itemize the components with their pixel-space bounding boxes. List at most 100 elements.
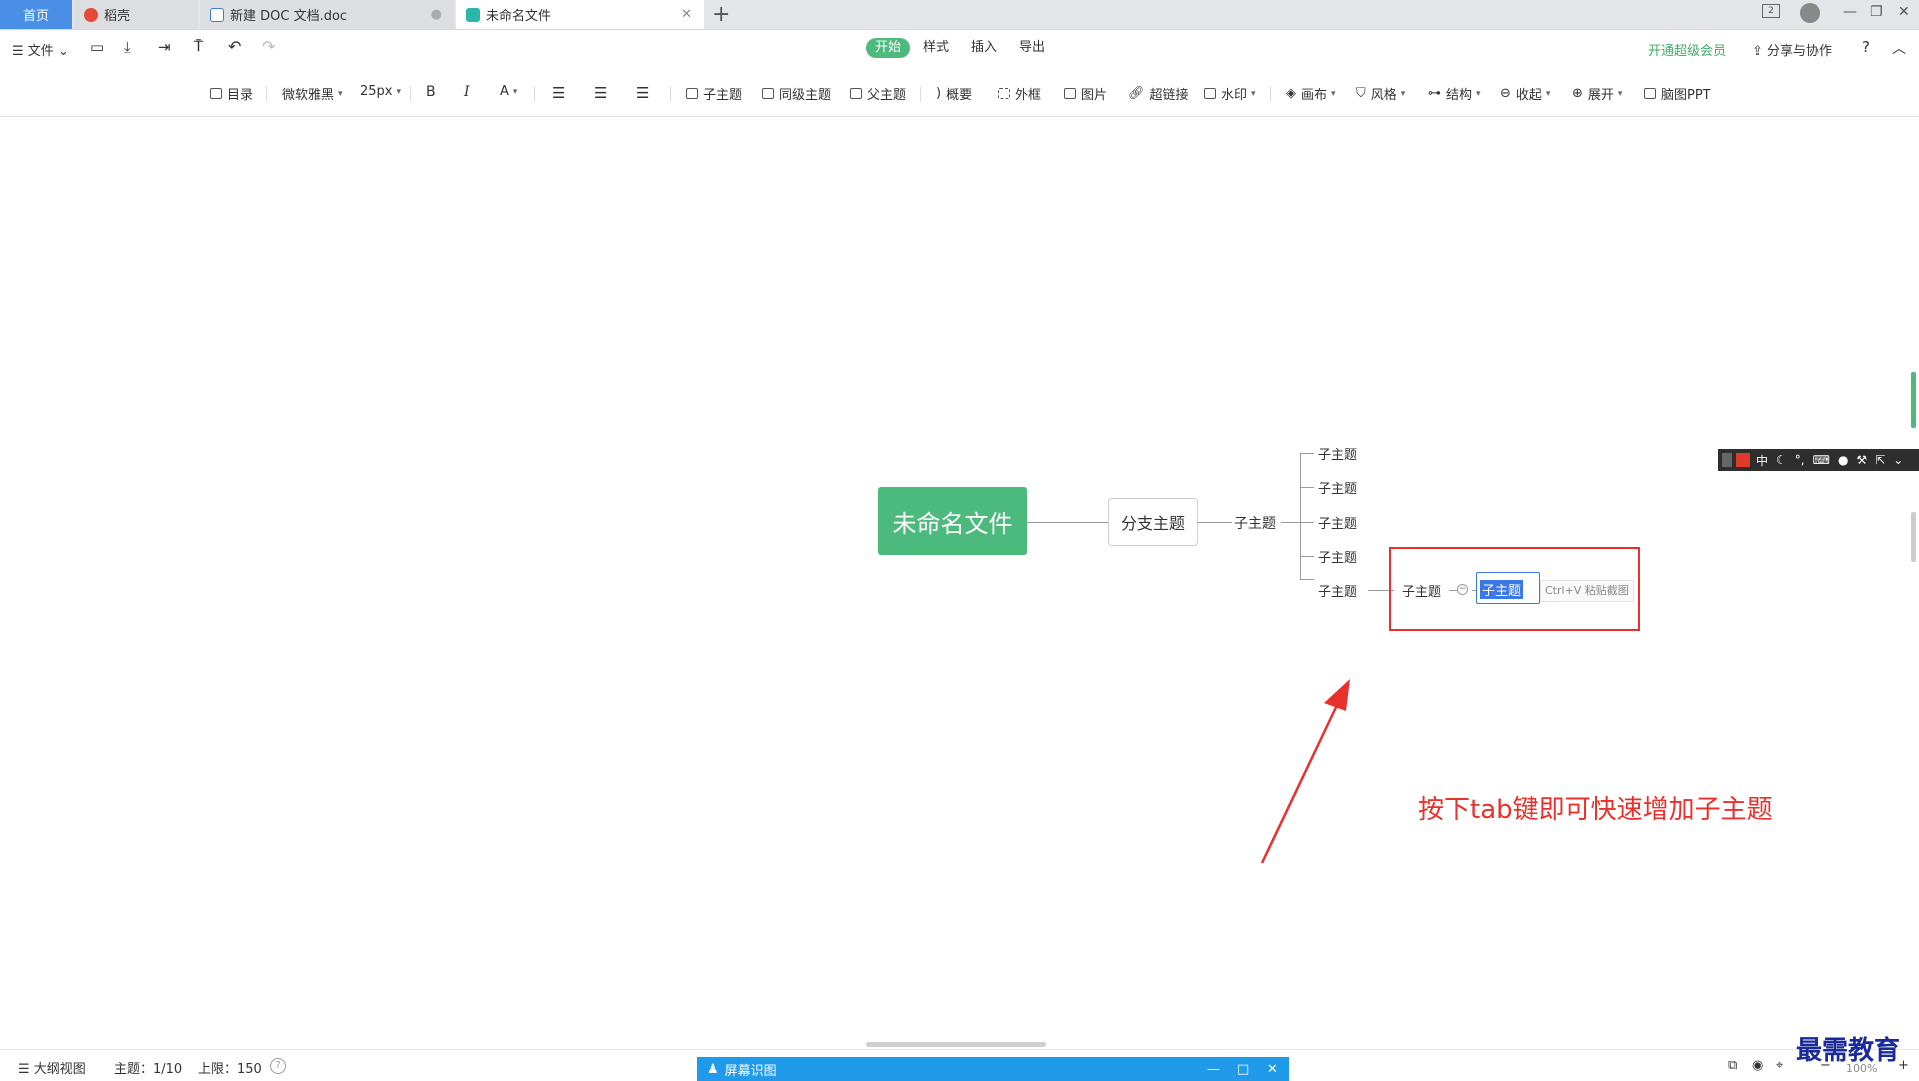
keyboard-icon[interactable]: ⌨ xyxy=(1813,453,1830,467)
bold-button[interactable]: B xyxy=(426,84,436,100)
divider xyxy=(920,86,921,102)
tab-insert[interactable]: 插入 xyxy=(966,38,1002,58)
ime-menu-icon[interactable]: ⌄ xyxy=(1893,453,1903,467)
moon-icon[interactable]: ☾ xyxy=(1776,453,1787,467)
watermark-button[interactable]: 水印 ▾ xyxy=(1204,84,1256,103)
child-topic[interactable]: 子主题 xyxy=(1234,513,1276,533)
shirt-icon: ⛉ xyxy=(1356,86,1366,101)
user-icon[interactable]: ● xyxy=(1838,453,1848,467)
child-topic[interactable]: 子主题 xyxy=(1318,444,1357,463)
fit-page-icon[interactable]: ⧉ xyxy=(1728,1058,1737,1073)
watermark-logo: 最需教育 xyxy=(1796,1036,1901,1066)
image-button[interactable]: 图片 xyxy=(1064,84,1107,103)
tab-daoke[interactable]: 稻壳 xyxy=(74,0,198,29)
format-painter-icon[interactable]: ⍑ xyxy=(194,37,203,55)
export-icon[interactable]: ⇥ xyxy=(158,38,171,56)
tab-export[interactable]: 导出 xyxy=(1014,38,1050,58)
restore-icon[interactable]: ❐ xyxy=(1870,4,1883,20)
collapse-ribbon-icon[interactable]: ︿ xyxy=(1892,38,1906,58)
tab-bar: 首页 稻壳 新建 DOC 文档.doc ● 未命名文件 ✕ + 2 — ❐ ✕ xyxy=(0,0,1919,30)
popout-icon[interactable]: ⇱ xyxy=(1875,453,1885,467)
window-count-icon[interactable]: 2 xyxy=(1762,4,1780,18)
help-icon[interactable]: ? xyxy=(1862,38,1870,56)
share-button[interactable]: ⇪ 分享与协作 xyxy=(1752,40,1832,59)
summary-label: 概要 xyxy=(946,88,973,103)
outline-button[interactable]: 目录 xyxy=(210,84,253,103)
tab-dot-icon[interactable]: ● xyxy=(431,7,442,22)
font-select[interactable]: 微软雅黑 ▾ xyxy=(282,84,343,103)
link-button[interactable]: 🔗︎ 超链接 xyxy=(1128,84,1189,103)
ppt-button[interactable]: 脑图PPT xyxy=(1644,84,1711,103)
align-left-icon[interactable]: ☰ xyxy=(552,84,565,102)
ime-toolbar[interactable]: 中 ☾ °, ⌨ ● ⚒ ⇱ ⌄ xyxy=(1718,449,1919,471)
parent-topic-icon xyxy=(850,88,862,99)
ppt-label: 脑图PPT xyxy=(1661,88,1711,103)
close-tab-icon[interactable]: ✕ xyxy=(681,7,692,22)
minimize-icon[interactable]: — xyxy=(1207,1062,1220,1077)
screen-recognize-bar[interactable]: ♟ 屏幕识图 — □ ✕ xyxy=(697,1057,1289,1081)
help-icon[interactable]: ? xyxy=(270,1058,286,1074)
paint-icon: ◈ xyxy=(1286,86,1296,101)
outline-view-label: 大纲视图 xyxy=(33,1062,86,1077)
frame-button[interactable]: 外框 xyxy=(998,84,1041,103)
watermark-icon xyxy=(1204,88,1216,99)
canvas-button[interactable]: ◈ 画布 ▾ xyxy=(1286,84,1336,103)
expand-button[interactable]: ⊕ 展开 ▾ xyxy=(1572,84,1622,103)
share-label: 分享与协作 xyxy=(1767,44,1833,59)
vip-link[interactable]: 开通超级会员 xyxy=(1648,40,1726,59)
connector-line xyxy=(1300,453,1301,579)
child-topic[interactable]: 子主题 xyxy=(1318,513,1357,532)
font-color-button[interactable]: A ▾ xyxy=(500,84,517,99)
avatar[interactable] xyxy=(1800,3,1820,23)
close-icon[interactable]: ✕ xyxy=(1267,1062,1278,1077)
align-right-icon[interactable]: ☰ xyxy=(636,84,649,102)
structure-label: 结构 xyxy=(1446,88,1473,103)
sibling-topic-icon xyxy=(762,88,774,99)
align-center-icon[interactable]: ☰ xyxy=(594,84,607,102)
divider xyxy=(410,86,411,102)
close-window-icon[interactable]: ✕ xyxy=(1898,4,1910,20)
structure-button[interactable]: ⊶ 结构 ▾ xyxy=(1428,84,1481,103)
style-button[interactable]: ⛉ 风格 ▾ xyxy=(1356,84,1405,103)
add-parent-label: 父主题 xyxy=(867,88,907,103)
file-menu[interactable]: ☰ 文件 ⌄ xyxy=(12,40,69,59)
child-topic[interactable]: 子主题 xyxy=(1318,581,1357,600)
save-icon[interactable]: ▭ xyxy=(90,38,104,56)
undo-icon[interactable]: ↶ xyxy=(228,37,241,56)
child-topic[interactable]: 子主题 xyxy=(1318,547,1357,566)
punctuation-icon[interactable]: °, xyxy=(1795,453,1805,467)
connector-line xyxy=(1300,487,1314,488)
topic-count: 主题：1/10 xyxy=(114,1062,183,1077)
ime-language[interactable]: 中 xyxy=(1756,452,1768,469)
tab-start[interactable]: 开始 xyxy=(866,38,910,58)
italic-button[interactable]: I xyxy=(464,84,470,100)
watermark-label: 水印 xyxy=(1221,88,1248,103)
vertical-scroll-indicator[interactable] xyxy=(1911,372,1916,428)
tab-style[interactable]: 样式 xyxy=(918,38,954,58)
redo-icon[interactable]: ↷ xyxy=(262,37,275,56)
horizontal-scrollbar[interactable] xyxy=(866,1042,1046,1047)
tab-home[interactable]: 首页 xyxy=(0,0,72,29)
eye-icon[interactable]: ◉ xyxy=(1752,1058,1763,1073)
add-child-button[interactable]: 子主题 xyxy=(686,84,742,103)
maximize-icon[interactable]: □ xyxy=(1237,1062,1249,1077)
mindmap-canvas[interactable]: 未命名文件 分支主题 子主题 子主题 子主题 子主题 子主题 子主题 子主题 −… xyxy=(0,117,1919,1047)
tab-mindmap[interactable]: 未命名文件 ✕ xyxy=(456,0,704,29)
add-sibling-button[interactable]: 同级主题 xyxy=(762,84,831,103)
summary-button[interactable]: ) 概要 xyxy=(936,84,972,103)
download-icon[interactable]: ⤓ xyxy=(124,38,131,56)
locate-icon[interactable]: ⌖ xyxy=(1776,1058,1783,1073)
collapse-button[interactable]: ⊖ 收起 ▾ xyxy=(1500,84,1550,103)
font-size-select[interactable]: 25px ▾ xyxy=(360,84,401,99)
minimize-icon[interactable]: — xyxy=(1843,4,1857,20)
add-parent-button[interactable]: 父主题 xyxy=(850,84,906,103)
wrench-icon[interactable]: ⚒ xyxy=(1856,453,1867,467)
new-tab-button[interactable]: + xyxy=(712,2,730,27)
annotation-highlight-box xyxy=(1389,547,1640,631)
vertical-scrollbar[interactable] xyxy=(1911,512,1916,562)
outline-view-button[interactable]: ☰ 大纲视图 xyxy=(18,1058,86,1077)
tab-doc[interactable]: 新建 DOC 文档.doc ● xyxy=(200,0,454,29)
root-topic[interactable]: 未命名文件 xyxy=(878,487,1027,555)
branch-topic[interactable]: 分支主题 xyxy=(1108,498,1198,546)
child-topic[interactable]: 子主题 xyxy=(1318,478,1357,497)
